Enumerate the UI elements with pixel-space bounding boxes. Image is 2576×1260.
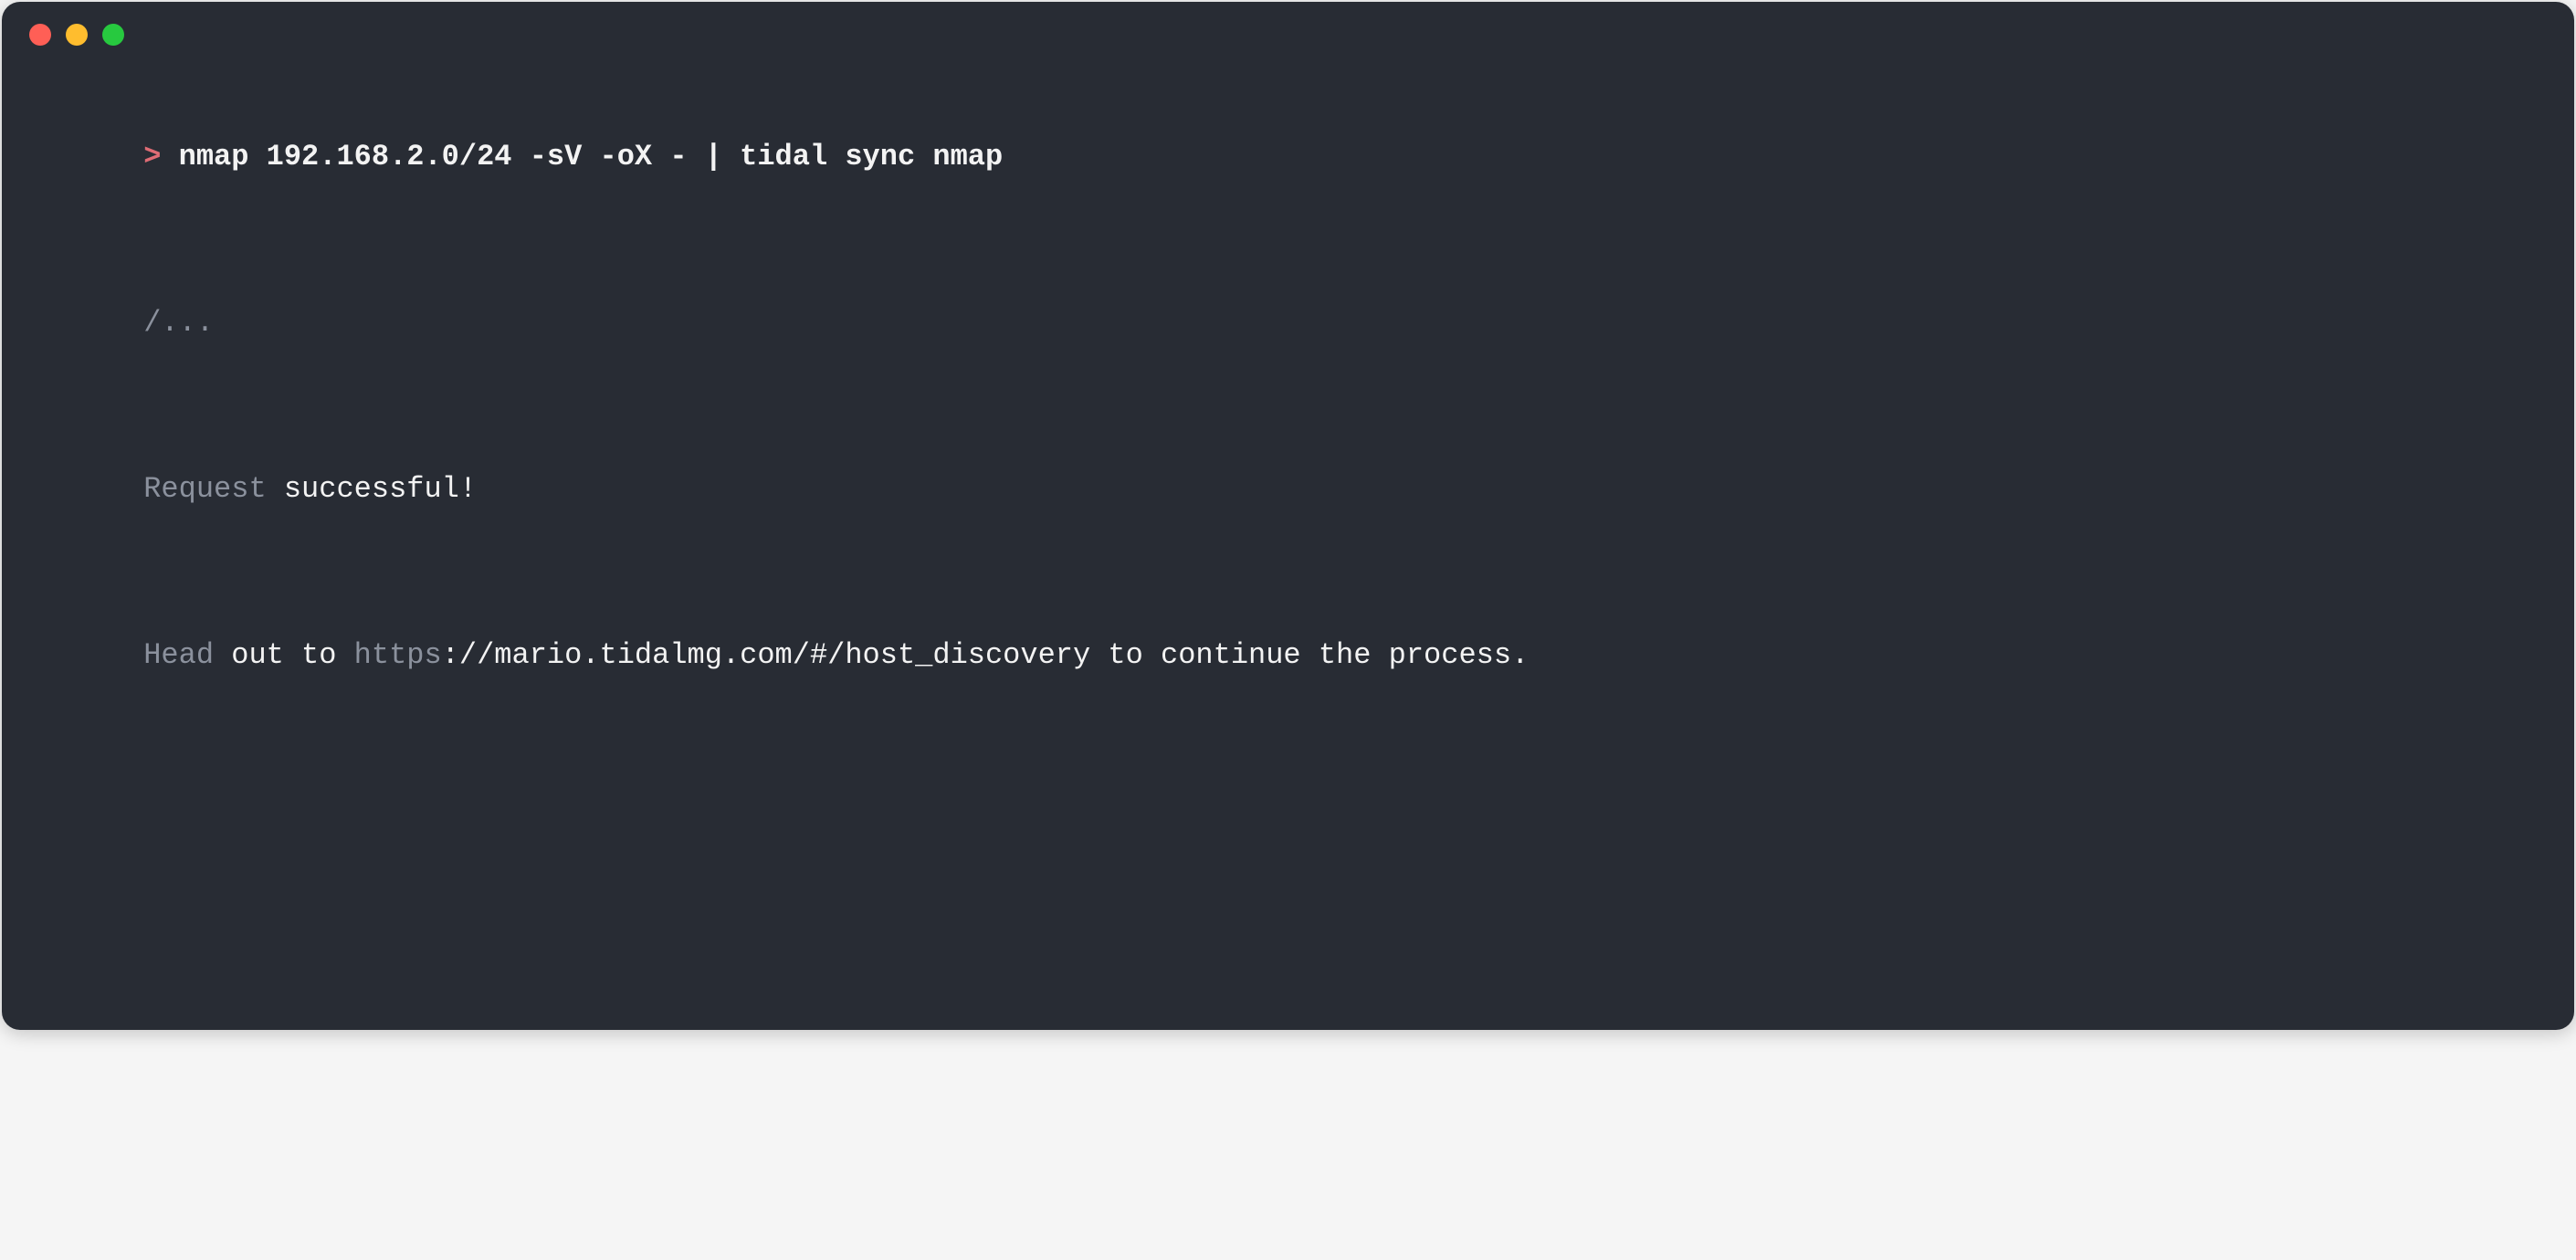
maximize-icon[interactable]	[102, 24, 124, 46]
prompt-symbol: >	[143, 140, 161, 173]
status-word: Request	[143, 472, 266, 506]
close-icon[interactable]	[29, 24, 51, 46]
follow-scheme: https	[354, 638, 442, 672]
follow-head: Head	[143, 638, 214, 672]
follow-mid1: out to	[214, 638, 354, 672]
status-rest: successful!	[267, 472, 477, 506]
command-line: > nmap 192.168.2.0/24 -sV -oX - | tidal …	[38, 91, 2538, 223]
output-followup: Head out to https://mario.tidalmg.com/#/…	[38, 590, 2538, 721]
ellipsis-text: /...	[143, 306, 214, 340]
minimize-icon[interactable]	[66, 24, 88, 46]
title-bar	[2, 2, 2574, 46]
terminal-window: > nmap 192.168.2.0/24 -sV -oX - | tidal …	[2, 2, 2574, 1030]
output-status: Request successful!	[38, 424, 2538, 555]
terminal-body[interactable]: > nmap 192.168.2.0/24 -sV -oX - | tidal …	[2, 46, 2574, 1030]
command-text: nmap 192.168.2.0/24 -sV -oX - | tidal sy…	[179, 140, 1004, 173]
follow-url-rest: ://mario.tidalmg.com/#/host_discovery to…	[442, 638, 1530, 672]
output-ellipsis: /...	[38, 257, 2538, 389]
